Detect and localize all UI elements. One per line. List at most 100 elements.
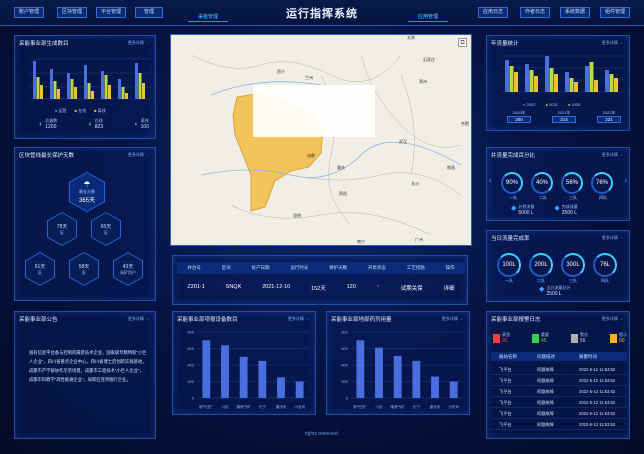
nav-account[interactable]: 账户管理 [14,7,44,18]
category-label: 隆港气矿 [236,404,251,409]
tab-left[interactable]: 采能管理 [188,12,228,22]
category-label: 川庆 [375,404,383,409]
bar [101,71,104,99]
more-link[interactable]: 更多详情 → [442,316,463,322]
panel-title: 采能事业部地部药剂用量 [331,317,392,323]
more-link[interactable]: 更多详情 → [602,235,623,241]
bar [202,340,211,398]
legend-item: ■ 在线 [74,108,87,113]
bar [84,65,87,99]
table-cell: 飞平台 [499,422,512,427]
nav-app-log[interactable]: 应用日志 [478,7,508,18]
more-link[interactable]: 更多详情 → [128,152,149,158]
table-cell: 2022-5-12 11:53:52 [579,389,616,394]
tick-label: 0 [346,396,349,401]
bar [57,89,60,99]
table-row[interactable]: 飞平台 阿题故障 2022-5-12 11:53:52 [491,386,627,397]
table-row[interactable]: Z201-1 SNQK 2021-12-10 152天 120 × 试期关保 详细 [177,284,465,292]
nav-manage[interactable]: 管理 [135,7,163,18]
bar [221,345,229,398]
bar [87,83,91,99]
bar [529,70,534,92]
bar [50,69,53,99]
bar [565,72,569,92]
bar [514,72,518,92]
nav-author-log[interactable]: 作者日志 [520,7,550,18]
panel-title: 井流量完成百分比 [491,153,536,159]
bar [375,347,383,398]
chevron-right-icon[interactable]: › [624,176,627,185]
more-link[interactable]: 更多详情 → [602,40,623,46]
legend-item: ● 2020 [567,102,581,107]
bar [534,76,538,92]
hex-item: 43天 采矿用户 [113,252,143,286]
bar [449,381,458,398]
bar [138,73,142,99]
map-view[interactable]: 西宁 兰州 太原 石家庄 郑州 成都 重庆 武汉 南昌 长沙 贵阳 昆明 南宁 … [170,34,472,246]
more-link[interactable]: 更多详情 → [128,316,149,322]
page-title: 运行指挥系统 [286,8,358,20]
legend-item: ■ 离线 [94,108,106,113]
drop-icon: ◆ [554,205,560,212]
panel-alarm-log: 采能事业部报警日志 更多详情 → 紧急 90 重要 45 警告 55 提示 50 报站名… [486,311,630,439]
bar [70,79,74,99]
progress-ring: 56% [561,172,583,194]
city-label: 西宁 [277,69,285,74]
yearly-bar-chart [501,55,625,93]
chevron-left-icon[interactable]: ‹ [489,176,492,185]
table-cell: 飞平台 [499,367,512,372]
table-row[interactable]: 飞平台 阿题故障 2022-5-12 11:53:52 [491,375,627,386]
city-label: 长沙 [411,181,419,186]
more-link[interactable]: 更多详情 → [128,40,149,46]
nav-system-data[interactable]: 系统数据 [560,7,590,18]
table-row[interactable]: 飞平台 阿题故障 2022-5-12 11:53:52 [491,364,627,375]
city-label: 南昌 [447,165,455,170]
more-link[interactable]: 更多详情 → [602,152,623,158]
table-cell: 飞平台 [499,411,512,416]
more-link[interactable]: 更多详情 → [288,316,309,322]
panel-equipment-count: 采能事业部项报设备数目 更多详情 → 0 200 400 600 800 新气田厂 川庆 隆港… [172,311,316,415]
equipment-bar-chart: 0 200 400 600 800 新气田厂 川庆 隆港气矿 长宁 重庆司 川页司 [187,330,309,409]
tab-right[interactable]: 应用管理 [408,12,448,22]
table-row[interactable]: 飞平台 阿题故障 2022-5-12 11:53:52 [491,397,627,408]
stat-offline: ◐ 离线 100 [134,118,149,130]
nav-platform[interactable]: 平台管理 [96,7,126,18]
progress-ring: 300L [561,253,585,277]
city-label: 广州 [415,237,423,242]
panel-production-count: 采能事业部生成数目 更多详情 → ■ 运营 ■ 在线 ■ 离线 ◐ 总量数 1200… [14,35,156,139]
table-cell: 阿题故障 [537,422,554,427]
bar [585,66,589,92]
table-row[interactable]: 飞平台 阿题故障 2022-5-12 11:53:52 [491,408,627,419]
table-cell: 2022-5-12 11:53:52 [579,411,616,416]
production-stats: ◐ 总量数 1200 ◐ 在线 823 ◐ 离线 100 [39,118,149,130]
detail-link[interactable]: 详细 [443,284,454,292]
tick-label: 400 [187,363,194,368]
panel-well-completion: 井流量完成百分比 更多详情 → ‹ › 90% 40% 56% 76% 一队 二… [486,147,630,221]
table-cell: 2022-5-12 11:53:52 [579,400,616,405]
tick-label: 600 [187,346,194,351]
city-label: 重庆 [337,165,345,170]
panel-announcement: 采能事业部公告 更多详情 → 国有信星平台备与控制的属新技术企业，国家级专精特新… [14,311,156,439]
progress-ring: 200L [529,253,553,277]
city-label: 兰州 [305,75,313,80]
fullscreen-icon[interactable]: ⧉ [458,38,467,47]
production-bar-chart [29,58,151,100]
year-badge: 2021年 214 [552,110,576,123]
bar [393,355,402,398]
table-row[interactable]: 飞平台 阿题故障 2022-5-12 11:53:52 [491,419,627,430]
bar [91,91,94,99]
city-label: 贵阳 [339,191,347,196]
nav-components[interactable]: 组件管理 [600,7,630,18]
table-cell: 阿题故障 [537,411,554,416]
bar [505,60,509,92]
alert-warning: 警告 55 [571,332,588,344]
category-label: 川页司 [448,404,459,409]
bar [509,66,514,92]
progress-ring: 100L [497,253,521,277]
more-link[interactable]: 更多详情 → [602,316,623,322]
map-canvas[interactable] [171,35,472,246]
panel-title: 区块管线最长保护天数 [19,153,75,159]
table-cell: 阿题故障 [537,367,554,372]
nav-block[interactable]: 区块管理 [57,7,87,18]
bar [525,64,529,92]
